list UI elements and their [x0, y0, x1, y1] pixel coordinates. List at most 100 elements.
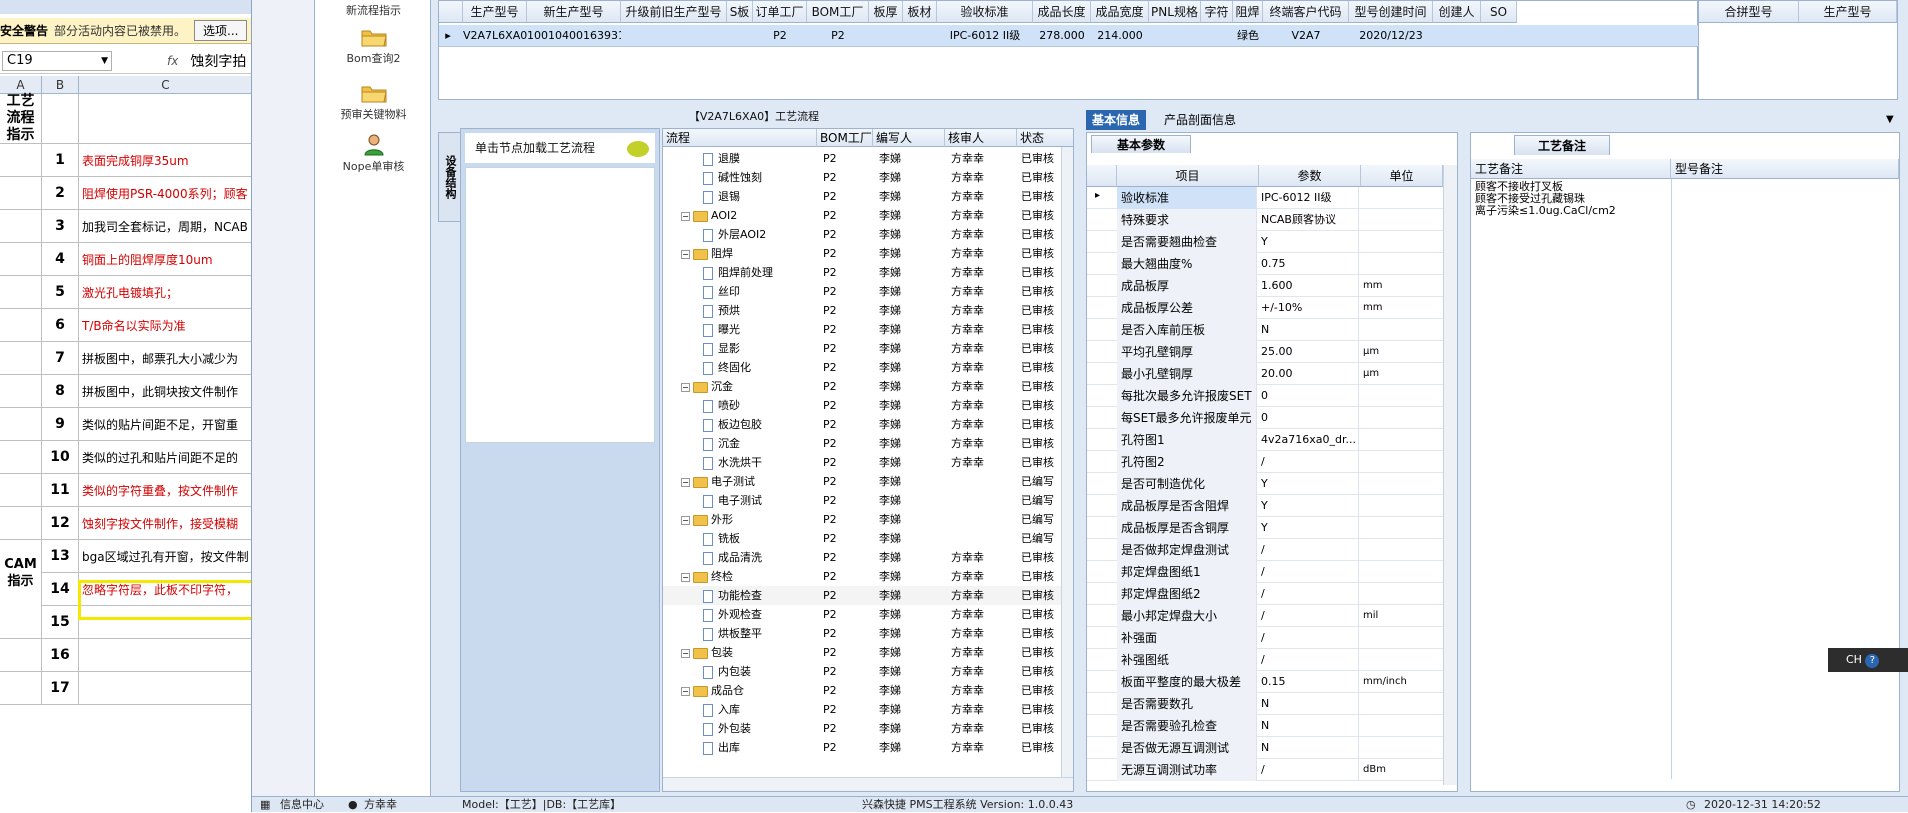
instruction-cell[interactable] — [79, 672, 251, 704]
tree-cell[interactable]: 李娣 — [879, 738, 901, 757]
tree-node[interactable]: − AOI2 — [681, 206, 737, 225]
collapse-icon[interactable]: − — [681, 211, 690, 221]
instruction-cell[interactable]: 阻焊使用PSR-4000系列；顾客 — [79, 177, 251, 209]
tree-row[interactable]: 板边包胶 P2 李娣 方幸幸 已审核 — [663, 415, 1067, 434]
cell[interactable] — [0, 342, 42, 374]
tree-row[interactable]: − 阻焊 P2 李娣 方幸幸 已审核 — [663, 244, 1067, 263]
tree-cell[interactable]: 李娣 — [879, 472, 901, 491]
tree-node[interactable]: 碱性蚀刻 — [703, 168, 762, 187]
cell[interactable] — [79, 94, 251, 143]
param-row[interactable]: 是否入库前压板 N — [1087, 319, 1443, 341]
param-value[interactable]: N — [1259, 693, 1359, 715]
tree-cell[interactable]: 已审核 — [1021, 225, 1054, 244]
param-value[interactable]: 4v2a716xa0_dr... — [1259, 429, 1359, 451]
cell[interactable] — [0, 309, 42, 341]
ime-indicator[interactable]: CH ? — [1828, 648, 1908, 672]
row-number-cell[interactable]: 2 — [42, 177, 79, 209]
tree-cell[interactable]: 李娣 — [879, 301, 901, 320]
tree-cell[interactable]: P2 — [823, 434, 837, 453]
col-item[interactable]: 项目 — [1117, 165, 1259, 187]
tree-cell[interactable]: 已审核 — [1021, 282, 1054, 301]
col-bom-factory[interactable]: BOM工厂 — [817, 129, 873, 147]
tree-cell[interactable]: 李娣 — [879, 225, 901, 244]
param-value[interactable]: Y — [1259, 517, 1359, 539]
instruction-cell[interactable]: 类似的过孔和贴片间距不足的 — [79, 441, 251, 473]
tree-cell[interactable]: 已审核 — [1021, 719, 1054, 738]
row-number-cell[interactable]: 11 — [42, 474, 79, 506]
row-number-cell[interactable]: 16 — [42, 639, 79, 671]
param-value[interactable]: Y — [1259, 473, 1359, 495]
tree-cell[interactable]: 已审核 — [1021, 453, 1054, 472]
column-header[interactable]: 板材 — [903, 1, 937, 23]
tree-cell[interactable]: P2 — [823, 453, 837, 472]
tree-cell[interactable]: 已审核 — [1021, 301, 1054, 320]
nav-item-bom-query[interactable]: Bom查询2 — [315, 26, 432, 66]
tree-row[interactable]: 碱性蚀刻 P2 李娣 方幸幸 已审核 — [663, 168, 1067, 187]
tree-cell[interactable]: 已编写 — [1021, 491, 1054, 510]
table-cell[interactable] — [621, 25, 727, 47]
tree-cell[interactable]: 方幸幸 — [951, 548, 984, 567]
tree-cell[interactable]: P2 — [823, 681, 837, 700]
tree-cell[interactable]: 方幸幸 — [951, 263, 984, 282]
tree-cell[interactable]: 已编写 — [1021, 510, 1054, 529]
param-row[interactable]: 平均孔壁铜厚 25.00 μm — [1087, 341, 1443, 363]
tree-cell[interactable]: 方幸幸 — [951, 681, 984, 700]
column-header[interactable]: 升级前旧生产型号 — [621, 1, 727, 23]
row-number-cell[interactable]: 9 — [42, 408, 79, 440]
tree-cell[interactable]: 方幸幸 — [951, 586, 984, 605]
cell[interactable] — [0, 210, 42, 242]
param-value[interactable]: +/-10% — [1259, 297, 1359, 319]
param-value[interactable]: 20.00 — [1259, 363, 1359, 385]
tree-node[interactable]: 丝印 — [703, 282, 740, 301]
column-header[interactable]: S板 — [727, 1, 753, 23]
table-row[interactable]: 17 — [0, 672, 251, 705]
formula-value[interactable]: 蚀刻字拍 — [190, 51, 246, 71]
param-value[interactable]: / — [1259, 759, 1359, 781]
column-header[interactable]: 新生产型号 — [527, 1, 621, 23]
param-value[interactable]: Y — [1259, 495, 1359, 517]
tree-cell[interactable]: 已审核 — [1021, 567, 1054, 586]
tree-row[interactable]: 喷砂 P2 李娣 方幸幸 已审核 — [663, 396, 1067, 415]
tree-cell[interactable]: 方幸幸 — [951, 662, 984, 681]
param-row[interactable]: 补强图纸 / — [1087, 649, 1443, 671]
tree-cell[interactable]: 李娣 — [879, 149, 901, 168]
table-cell[interactable] — [1481, 25, 1517, 47]
column-header[interactable]: 订单工厂 — [753, 1, 807, 23]
param-row[interactable]: 孔符图2/ — [1087, 451, 1443, 473]
tree-cell[interactable]: P2 — [823, 263, 837, 282]
row-number-cell[interactable]: 4 — [42, 243, 79, 275]
row-number-cell[interactable]: 15 — [42, 606, 79, 638]
tree-row[interactable]: 退锡 P2 李娣 方幸幸 已审核 — [663, 187, 1067, 206]
param-row[interactable]: ▸ 验收标准 IPC-6012 II级 — [1087, 187, 1443, 209]
param-row[interactable]: 成品板厚是否含铜厚 Y — [1087, 517, 1443, 539]
tree-cell[interactable]: 方幸幸 — [951, 339, 984, 358]
cell[interactable] — [0, 672, 42, 704]
tree-cell[interactable]: 李娣 — [879, 358, 901, 377]
vertical-scrollbar[interactable] — [1061, 147, 1073, 777]
tree-node[interactable]: 外包装 — [703, 719, 751, 738]
tree-row[interactable]: − 沉金 P2 李娣 方幸幸 已审核 — [663, 377, 1067, 396]
tree-cell[interactable]: 李娣 — [879, 491, 901, 510]
table-row[interactable]: 16 — [0, 639, 251, 672]
tree-cell[interactable]: 李娣 — [879, 244, 901, 263]
table-cell[interactable] — [727, 25, 753, 47]
param-row[interactable]: 最大翘曲度% 0.75 — [1087, 253, 1443, 275]
cell[interactable] — [0, 177, 42, 209]
param-row[interactable]: 每批次最多允许报废SET 0 — [1087, 385, 1443, 407]
param-row[interactable]: 成品板厚是否含阻焊 Y — [1087, 495, 1443, 517]
collapse-icon[interactable]: − — [681, 382, 690, 392]
collapse-icon[interactable]: − — [681, 477, 690, 487]
tree-cell[interactable]: 已审核 — [1021, 149, 1054, 168]
tree-cell[interactable]: 李娣 — [879, 548, 901, 567]
tree-row[interactable]: 出库 P2 李娣 方幸幸 已审核 — [663, 738, 1067, 757]
tree-cell[interactable]: 李娣 — [879, 719, 901, 738]
tree-cell[interactable]: 李娣 — [879, 605, 901, 624]
tree-cell[interactable]: P2 — [823, 662, 837, 681]
table-cell[interactable]: P2 — [753, 25, 807, 47]
tree-row[interactable]: 外观检查 P2 李娣 方幸幸 已审核 — [663, 605, 1067, 624]
instruction-cell[interactable]: T/B命名以实际为准 — [79, 309, 251, 341]
tab-basic-params[interactable]: 基本参数 — [1091, 135, 1191, 153]
col-reviewer[interactable]: 核审人 — [945, 129, 1017, 147]
tree-node[interactable]: − 沉金 — [681, 377, 733, 396]
tree-cell[interactable]: 方幸幸 — [951, 700, 984, 719]
